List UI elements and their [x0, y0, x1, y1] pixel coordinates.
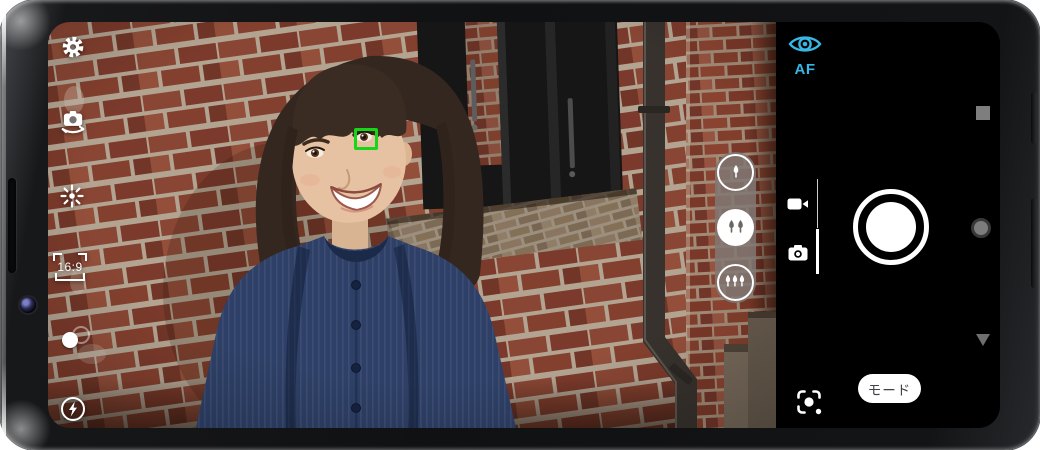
- power-button: [1031, 198, 1037, 288]
- nav-home-button[interactable]: [971, 218, 991, 238]
- flash-bolt-icon: [60, 396, 86, 422]
- aspect-bracket-icon: [55, 273, 85, 281]
- video-camera-icon: [787, 196, 809, 212]
- mode-button-label: モード: [868, 379, 912, 399]
- gear-icon: [60, 34, 86, 60]
- one-tree-icon: [729, 164, 743, 180]
- photo-mode-button[interactable]: [788, 244, 808, 261]
- flash-button[interactable]: [60, 396, 86, 422]
- settings-button[interactable]: [60, 34, 86, 60]
- sparkle-icon: [59, 183, 85, 209]
- camera-icon: [788, 244, 808, 261]
- zoom-standard-button[interactable]: [717, 209, 754, 246]
- zoom-telephoto-button[interactable]: [717, 154, 754, 191]
- eye-af-indicator: AF: [788, 33, 822, 78]
- phone-screen: 16:9: [48, 22, 1000, 428]
- brightness-button[interactable]: [59, 183, 85, 209]
- mode-slider-active: [816, 229, 820, 274]
- screenshot: 16:9: [0, 0, 1040, 450]
- zoom-ultrawide-button[interactable]: [717, 264, 754, 301]
- nav-recents-button[interactable]: [976, 106, 990, 120]
- three-trees-icon: [724, 274, 748, 290]
- eye-af-label: AF: [788, 61, 822, 78]
- vignette: [48, 22, 776, 428]
- camera-control-panel: AF: [776, 22, 1000, 428]
- phone-frame: 16:9: [0, 0, 1040, 450]
- white-dot-button[interactable]: [62, 332, 78, 348]
- shutter-inner-circle: [866, 202, 916, 252]
- zoom-lens-selector: [715, 152, 756, 303]
- volume-button: [1031, 92, 1037, 144]
- aspect-ratio-button[interactable]: 16:9: [51, 253, 89, 281]
- shutter-button[interactable]: [853, 189, 929, 265]
- eye-focus-frame: [354, 128, 378, 150]
- viewfinder-photo: [48, 22, 776, 428]
- switch-camera-button[interactable]: [59, 106, 87, 134]
- eye-af-icon: [788, 33, 822, 55]
- speaker-slot: [8, 178, 16, 273]
- camera-viewfinder[interactable]: 16:9: [48, 22, 776, 428]
- front-camera-lens: [20, 297, 36, 313]
- nav-back-button[interactable]: [976, 334, 990, 346]
- google-lens-button[interactable]: [794, 387, 824, 417]
- mode-slider-track: [817, 179, 819, 228]
- two-trees-icon: [726, 219, 746, 235]
- aspect-bracket-icon: [53, 253, 62, 261]
- google-lens-icon: [794, 387, 824, 417]
- phone-left-edge: [2, 10, 6, 440]
- aspect-ratio-label: 16:9: [57, 261, 82, 273]
- flip-camera-icon: [59, 106, 87, 134]
- aspect-bracket-icon: [78, 253, 87, 261]
- mode-button[interactable]: モード: [858, 374, 921, 403]
- video-mode-button[interactable]: [787, 195, 809, 213]
